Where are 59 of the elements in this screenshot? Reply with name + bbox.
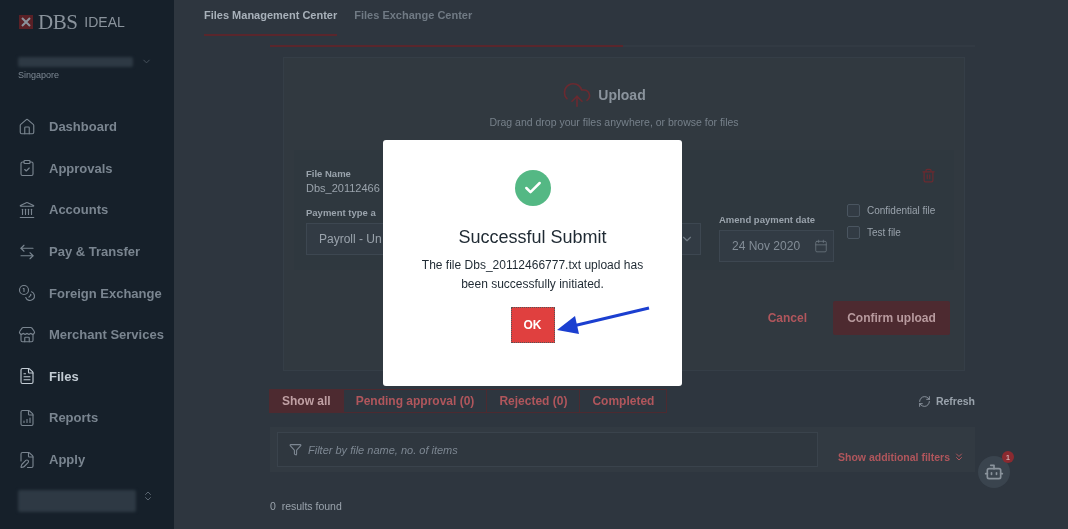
nav-item[interactable]: Merchant Services (18, 313, 174, 356)
nav-item[interactable]: Dashboard (18, 106, 174, 148)
nav-item[interactable]: Accounts (18, 189, 174, 231)
filter-tab[interactable]: Pending approval (0) (342, 389, 488, 413)
nav-item[interactable]: Apply (18, 438, 174, 481)
brand-name: DBS (38, 9, 78, 35)
tab[interactable]: Files Exchange Center (354, 0, 473, 36)
arrows-icon (18, 242, 36, 261)
clipboard-check-icon (18, 159, 36, 178)
nav-item[interactable]: Reports (18, 397, 174, 439)
nav-item[interactable]: Foreign Exchange (18, 272, 174, 314)
store-icon (18, 325, 36, 344)
coins-icon (18, 284, 36, 303)
report-icon (18, 408, 36, 427)
checkbox-label: Confidential file (867, 205, 936, 216)
upload-title: Upload (598, 87, 646, 103)
document-icon (18, 367, 36, 386)
upload-hint: Drag and drop your files anywhere, or browse for files (488, 116, 740, 128)
cancel-button[interactable]: Cancel (767, 311, 807, 325)
date-label: Amend payment date (719, 214, 817, 225)
filter-tab[interactable]: Show all (269, 389, 344, 413)
pen-document-icon (18, 450, 36, 469)
payment-type-label: Payment type a (306, 207, 377, 218)
notification-badge: 1 (1002, 451, 1014, 463)
funnel-icon (289, 443, 302, 456)
robot-icon (984, 462, 1004, 482)
ok-button[interactable]: OK (510, 307, 555, 343)
filter-tab[interactable]: Rejected (0) (486, 389, 581, 413)
nav-item[interactable]: Files (18, 355, 174, 398)
nav-item[interactable]: Approvals (18, 147, 174, 190)
confirm-upload-button[interactable]: Confirm upload (833, 301, 950, 335)
chevrons-up-down-icon (142, 490, 154, 503)
house-icon (18, 117, 36, 136)
filter-field[interactable]: Filter by file name, no. of items (277, 432, 818, 467)
success-check-icon (514, 170, 551, 206)
nav-item[interactable]: Pay & Transfer (18, 230, 174, 273)
product-name: IDEAL (84, 14, 125, 30)
file-name-value: Dbs_20112466 (306, 182, 381, 194)
cloud-upload-icon (562, 80, 593, 110)
logo-mark-icon (18, 14, 34, 30)
refresh-button[interactable]: Refresh (917, 394, 975, 408)
account-region: Singapore (18, 70, 61, 80)
chevrons-down-icon (953, 450, 965, 463)
chat-bot-button[interactable] (978, 456, 1010, 488)
calendar-icon (814, 239, 828, 253)
results-count: 0 results found (270, 500, 343, 512)
checkbox-label: Test file (867, 227, 901, 238)
dialog-title: Successful Submit (458, 227, 607, 248)
dialog-message: The file Dbs_20112466777.txt upload has been successfully initiated. (420, 257, 645, 293)
tab[interactable]: Files Management Center (204, 0, 338, 36)
additional-filters-link[interactable]: Show additional filters (838, 450, 965, 463)
bank-icon (18, 201, 36, 219)
trash-icon[interactable] (921, 168, 936, 183)
filter-tab[interactable]: Completed (579, 389, 668, 413)
date-field[interactable]: 24 Nov 2020 (719, 230, 834, 262)
checkbox[interactable] (847, 226, 860, 239)
refresh-icon (917, 394, 931, 408)
file-name-label: File Name (306, 168, 352, 179)
checkbox[interactable] (847, 204, 860, 217)
